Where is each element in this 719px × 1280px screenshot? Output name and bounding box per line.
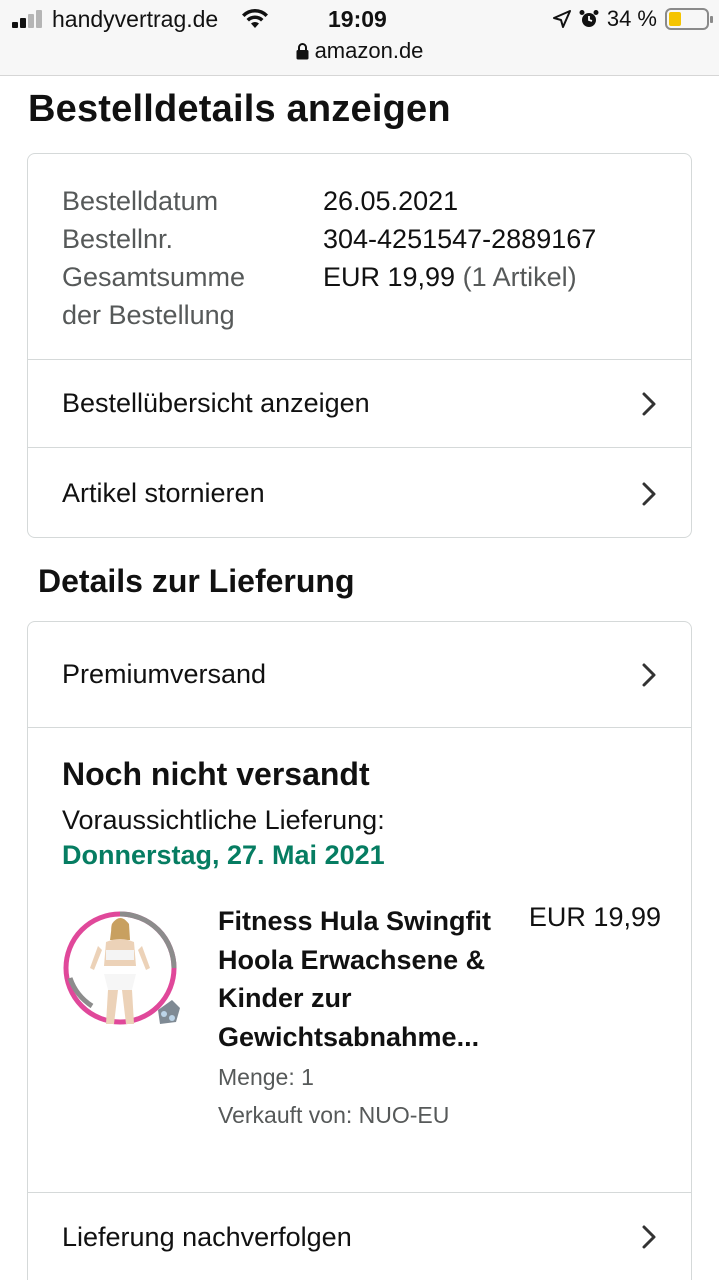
order-summary-card: Bestelldatum 26.05.2021 Bestellnr. 304-4… (27, 153, 692, 538)
shipment-status: Noch nicht versandt (62, 756, 370, 792)
track-delivery-link[interactable]: Lieferung nachverfolgen (28, 1192, 691, 1280)
address-bar[interactable]: amazon.de (0, 38, 719, 64)
product-image[interactable] (62, 906, 190, 1034)
order-date-label: Bestelldatum (62, 186, 219, 216)
chevron-right-icon (642, 392, 656, 415)
product-title[interactable]: Fitness Hula Swingfit Hoola Erwachsene &… (218, 902, 518, 1056)
location-arrow-icon (552, 10, 571, 28)
order-info: Bestelldatum 26.05.2021 Bestellnr. 304-4… (28, 154, 691, 360)
expected-delivery-label: Voraussichtliche Lieferung: (62, 805, 385, 835)
order-date-value: 26.05.2021 (323, 186, 459, 216)
chevron-right-icon (642, 663, 656, 686)
order-total-label: Gesamtsumme der Bestellung (62, 258, 323, 334)
status-bar: handyvertrag.de 19:09 34 % amazon.de (0, 0, 719, 76)
clock: 19:09 (328, 6, 387, 32)
order-total-amount: EUR 19,99 (323, 262, 456, 292)
order-total-label-line1: Gesamtsumme (62, 262, 246, 292)
product-quantity: Menge: 1 (218, 1064, 314, 1090)
cancel-items-label: Artikel stornieren (62, 478, 265, 508)
delivery-section-title: Details zur Lieferung (38, 563, 355, 599)
order-number-label: Bestellnr. (62, 224, 174, 254)
view-order-summary-link[interactable]: Bestellübersicht anzeigen (28, 359, 691, 447)
signal-icon (12, 10, 46, 28)
order-number-value: 304-4251547-2889167 (323, 224, 597, 254)
product-price: EUR 19,99 (528, 902, 661, 932)
carrier-name: handyvertrag.de (52, 6, 219, 32)
page-title: Bestelldetails anzeigen (28, 88, 451, 130)
product-seller: Verkauft von: NUO-EU (218, 1102, 450, 1128)
shipping-method-link[interactable]: Premiumversand (28, 622, 691, 727)
shipping-method-label: Premiumversand (62, 659, 267, 689)
cancel-items-link[interactable]: Artikel stornieren (28, 447, 691, 537)
order-item-count: (1 Artikel) (462, 262, 577, 292)
battery-percent: 34 % (606, 6, 657, 31)
lock-icon (296, 43, 309, 60)
view-order-summary-label: Bestellübersicht anzeigen (62, 388, 370, 418)
alarm-icon (579, 10, 599, 27)
expected-delivery-date: Donnerstag, 27. Mai 2021 (62, 840, 385, 870)
battery-icon (665, 8, 713, 30)
order-total-label-line2: der Bestellung (62, 300, 235, 330)
track-delivery-label: Lieferung nachverfolgen (62, 1221, 352, 1252)
wifi-icon (242, 8, 268, 28)
order-total-value: EUR 19,99 (1 Artikel) (323, 258, 577, 334)
delivery-card: Premiumversand Noch nicht versandt Vorau… (27, 621, 692, 1280)
chevron-right-icon (642, 1225, 656, 1249)
url-text: amazon.de (314, 38, 424, 63)
chevron-right-icon (642, 482, 656, 505)
battery-level (669, 12, 682, 26)
